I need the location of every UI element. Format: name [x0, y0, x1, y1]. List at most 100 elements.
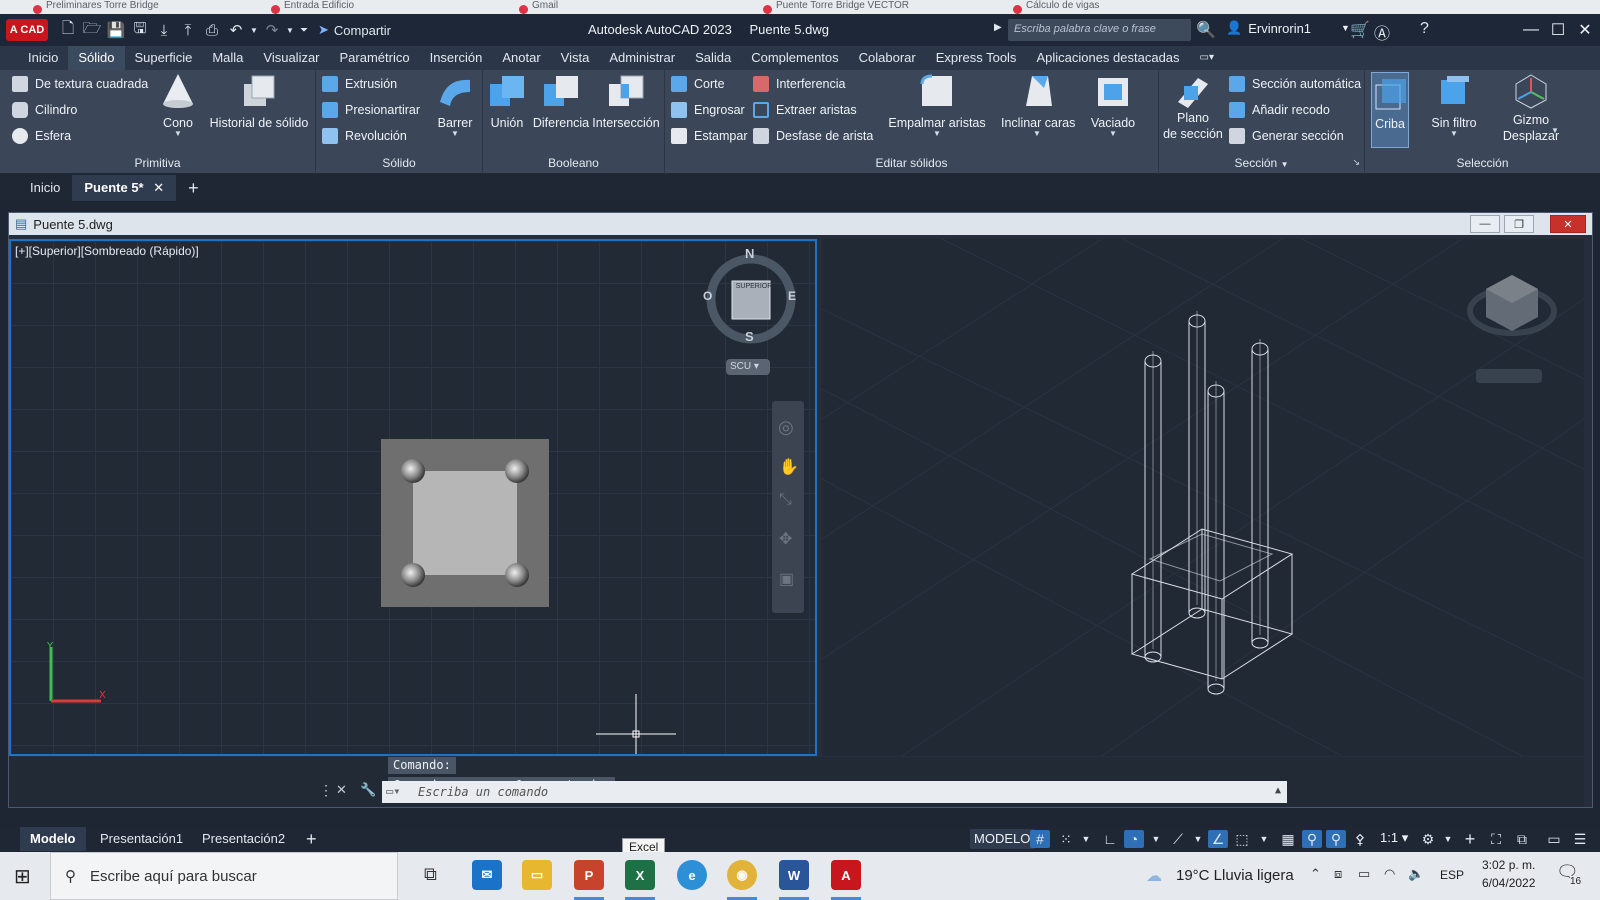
battery-icon[interactable]: ▭ — [1358, 866, 1370, 882]
isodraft-icon[interactable]: ⟋ — [1168, 830, 1188, 848]
close-icon[interactable]: ✕ — [1572, 18, 1598, 42]
cone-button[interactable]: Cono ▼ — [158, 72, 198, 138]
undo-icon[interactable]: ↶ — [224, 18, 248, 42]
open-folder-icon[interactable]: 🗁 — [80, 18, 104, 42]
move-gizmo-button[interactable]: Gizmo Desplazar — [1491, 72, 1571, 144]
thicken-button[interactable]: Engrosar — [671, 102, 745, 118]
upload-icon[interactable]: ⤒ — [176, 18, 200, 42]
tab-anotar[interactable]: Anotar — [492, 46, 550, 70]
tab-parametrico[interactable]: Paramétrico — [330, 46, 420, 70]
help-icon[interactable]: ? — [1420, 20, 1429, 38]
subtract-button[interactable]: Diferencia — [529, 72, 593, 130]
presspull-button[interactable]: Presionartirar — [322, 102, 420, 118]
redo-dropdown-icon[interactable]: ▼ — [284, 18, 296, 42]
command-close-icon[interactable]: ✕ — [336, 782, 347, 798]
annotation-scale-icon[interactable]: ⚴ — [1350, 830, 1370, 848]
box-button[interactable]: De textura cuadrada — [12, 76, 148, 92]
ribbon-options-icon[interactable]: ▭▾ — [1190, 46, 1224, 70]
live-section-button[interactable]: Sección automática — [1229, 76, 1361, 92]
compass-north[interactable]: N — [745, 246, 754, 261]
drawing-close-icon[interactable]: ✕ — [1550, 215, 1586, 233]
object-snap-tracking-icon[interactable]: ∠ — [1208, 830, 1228, 848]
culling-button[interactable]: Criba — [1371, 72, 1409, 148]
autodesk-app-icon[interactable]: Ⓐ — [1374, 20, 1390, 44]
weather-text[interactable]: 19°C Lluvia ligera — [1176, 867, 1294, 884]
gizmo-dropdown-icon[interactable]: ▼ — [1551, 126, 1559, 135]
workspace-dropdown-icon[interactable]: ▼ — [1438, 830, 1458, 848]
tab-vista[interactable]: Vista — [551, 46, 600, 70]
taskbar-search-box[interactable]: ⚲ Escribe aquí para buscar — [50, 852, 398, 900]
tab-insercion[interactable]: Inserción — [420, 46, 493, 70]
word-icon[interactable]: W — [779, 860, 809, 890]
layout-tab-modelo[interactable]: Modelo — [20, 827, 86, 851]
no-filter-button[interactable]: Sin filtro ▼ — [1421, 72, 1487, 138]
pan-hand-icon[interactable]: ✋ — [779, 457, 799, 477]
tab-colaborar[interactable]: Colaborar — [849, 46, 926, 70]
viewport-3d-view[interactable] — [822, 239, 1584, 756]
clean-screen-icon[interactable]: ▭ — [1544, 830, 1564, 848]
offset-edge-button[interactable]: Desfase de arista — [753, 128, 873, 144]
annotation-scale-value[interactable]: 1:1 ▾ — [1380, 830, 1408, 846]
panel-title-seccion[interactable]: Sección ▼ — [1159, 156, 1364, 170]
save-icon[interactable]: 💾 — [104, 18, 128, 42]
steering-wheel-icon[interactable]: ◎ — [778, 417, 794, 438]
clock-time[interactable]: 3:02 p. m. — [1482, 858, 1535, 872]
add-layout-icon[interactable]: + — [296, 827, 327, 851]
drawing-minimize-icon[interactable]: — — [1470, 215, 1500, 233]
compass-west[interactable]: O — [703, 289, 712, 303]
command-history-toggle-icon[interactable]: ▲ — [1275, 785, 1281, 796]
extrude-button[interactable]: Extrusión — [322, 76, 397, 92]
revolve-button[interactable]: Revolución — [322, 128, 407, 144]
grid-icon[interactable]: # — [1030, 830, 1050, 848]
isodraft-dropdown-icon[interactable]: ▼ — [1188, 830, 1208, 848]
shell-button[interactable]: Vaciado ▼ — [1083, 72, 1143, 138]
excel-icon[interactable]: X — [625, 860, 655, 890]
tab-complementos[interactable]: Complementos — [741, 46, 848, 70]
keyword-search-input[interactable]: Escriba palabra clave o frase — [1008, 19, 1191, 41]
tab-superficie[interactable]: Superficie — [125, 46, 203, 70]
object-snap-icon[interactable]: ⬚ — [1232, 830, 1252, 848]
annotation-monitor-icon[interactable]: + — [1460, 830, 1480, 848]
user-account[interactable]: 👤 Ervinrorin1 ▼ — [1226, 20, 1350, 36]
volume-icon[interactable]: 🔈 — [1408, 866, 1424, 882]
cylinder-button[interactable]: Cilindro — [12, 102, 77, 118]
edge-browser-icon[interactable]: e — [677, 860, 707, 890]
layout-tab-presentacion1[interactable]: Presentación1 — [90, 827, 193, 851]
app-menu-button[interactable]: A CAD — [6, 19, 48, 41]
solid-history-button[interactable]: Historial de sólido — [206, 72, 312, 130]
add-jog-button[interactable]: Añadir recodo — [1229, 102, 1330, 118]
units-icon[interactable]: ⛶ — [1486, 830, 1506, 848]
new-tab-icon[interactable]: + — [176, 175, 211, 201]
model-space-toggle[interactable]: MODELO — [970, 829, 1035, 849]
command-grip-icon[interactable]: ⋮ — [319, 782, 333, 799]
language-indicator[interactable]: ESP — [1440, 868, 1464, 882]
imprint-button[interactable]: Estampar — [671, 128, 748, 144]
3d-wireframe-model[interactable] — [1122, 299, 1322, 719]
browser-tab[interactable]: Gmail — [516, 0, 558, 14]
cart-icon[interactable]: 🛒 — [1350, 20, 1370, 40]
clock-date[interactable]: 6/04/2022 — [1482, 876, 1535, 890]
showmotion-icon[interactable]: ▣ — [779, 569, 794, 589]
file-explorer-icon[interactable]: ▭ — [522, 860, 552, 890]
customize-toolbar-icon[interactable]: ⏷ — [296, 18, 312, 42]
command-customize-icon[interactable]: 🔧 — [360, 782, 376, 798]
close-tab-icon[interactable]: ✕ — [153, 180, 164, 195]
compass-east[interactable]: E — [788, 289, 796, 303]
viewcube-3d[interactable] — [1462, 257, 1562, 397]
mail-app-icon[interactable]: ✉ — [472, 860, 502, 890]
zoom-extents-icon[interactable]: ⤡ — [779, 491, 792, 509]
command-prompt-icon[interactable]: ▭▾ — [386, 784, 400, 798]
browser-tab[interactable]: Preliminares Torre Bridge — [30, 0, 159, 14]
orbit-icon[interactable]: ✥ — [779, 529, 792, 549]
weather-icon[interactable]: ☁ — [1146, 866, 1162, 886]
sphere-button[interactable]: Esfera — [12, 128, 71, 144]
save-as-icon[interactable]: 🖫 — [128, 18, 152, 42]
taper-faces-button[interactable]: Inclinar caras ▼ — [1001, 72, 1075, 138]
share-button[interactable]: ➤ Compartir — [318, 22, 391, 38]
drawing-restore-icon[interactable]: ❐ — [1504, 215, 1534, 233]
ortho-icon[interactable]: ∟ — [1100, 830, 1120, 848]
new-file-icon[interactable]: 🗋 — [56, 18, 80, 42]
redo-icon[interactable]: ↷ — [260, 18, 284, 42]
minimize-icon[interactable]: — — [1518, 18, 1544, 42]
print-icon[interactable]: ⎙ — [200, 18, 224, 42]
